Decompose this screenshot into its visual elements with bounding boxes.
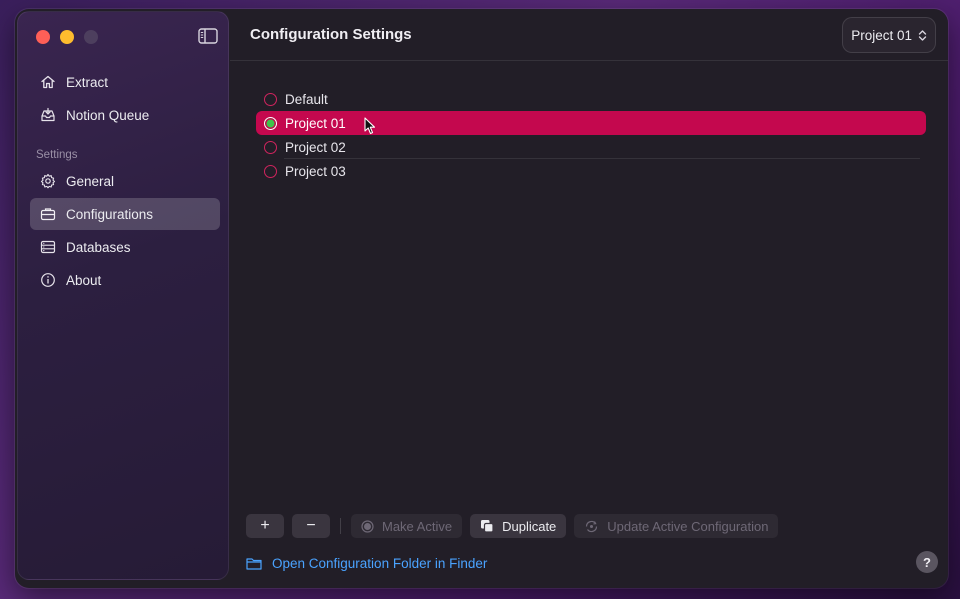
sidebar-item-about[interactable]: About bbox=[30, 264, 220, 296]
make-active-label: Make Active bbox=[382, 518, 453, 534]
help-button[interactable]: ? bbox=[916, 551, 938, 573]
zoom-window-button[interactable] bbox=[84, 30, 98, 44]
configuration-name: Project 03 bbox=[285, 163, 346, 179]
add-configuration-button[interactable]: + bbox=[246, 514, 284, 538]
chevron-up-down-icon bbox=[918, 29, 927, 42]
close-window-button[interactable] bbox=[36, 30, 50, 44]
sidebar-item-label: Configurations bbox=[66, 206, 154, 222]
info-icon bbox=[40, 272, 56, 288]
update-active-configuration-button[interactable]: Update Active Configuration bbox=[574, 514, 779, 538]
gear-icon bbox=[40, 173, 56, 189]
sidebar-item-label: General bbox=[66, 173, 115, 189]
update-active-configuration-label: Update Active Configuration bbox=[607, 518, 769, 534]
sidebar-item-extract[interactable]: Extract bbox=[30, 66, 220, 98]
list-item[interactable]: Default bbox=[256, 87, 926, 111]
house-icon bbox=[40, 74, 56, 90]
folder-icon bbox=[246, 557, 262, 570]
duplicate-icon bbox=[480, 519, 494, 533]
list-item[interactable]: Project 03 bbox=[256, 159, 926, 183]
configuration-list: Default Project 01 Project 02 Project 03 bbox=[256, 87, 926, 183]
mouse-cursor-icon bbox=[364, 117, 376, 140]
sidebar-nav: Extract Notion Queue Settings General Co… bbox=[30, 66, 220, 297]
sidebar-item-general[interactable]: General bbox=[30, 165, 220, 197]
briefcase-icon bbox=[40, 206, 56, 222]
list-item[interactable]: Project 01 bbox=[256, 111, 926, 135]
configuration-name: Project 01 bbox=[285, 115, 346, 131]
app-window: Extract Notion Queue Settings General Co… bbox=[15, 9, 948, 588]
titlebar: Configuration Settings Project 01 bbox=[230, 9, 948, 61]
radio-button[interactable] bbox=[264, 116, 277, 130]
configuration-name: Project 02 bbox=[285, 139, 346, 155]
configuration-name: Default bbox=[285, 91, 328, 107]
sidebar-item-label: Extract bbox=[66, 74, 109, 90]
sidebar-toggle-icon[interactable] bbox=[198, 28, 218, 44]
radio-button[interactable] bbox=[264, 140, 277, 154]
page-title: Configuration Settings bbox=[250, 26, 412, 43]
radio-filled-icon bbox=[361, 519, 374, 533]
radio-button[interactable] bbox=[264, 164, 277, 178]
sidebar-item-notion-queue[interactable]: Notion Queue bbox=[30, 99, 220, 131]
sidebar-item-databases[interactable]: Databases bbox=[30, 231, 220, 263]
bottom-toolbar: + − Make Active Duplicate Update Active … bbox=[246, 514, 779, 538]
toolbar-divider bbox=[340, 518, 341, 534]
sidebar-item-configurations[interactable]: Configurations bbox=[30, 198, 220, 230]
sidebar-item-label: About bbox=[66, 272, 102, 288]
main-pane: Configuration Settings Project 01 Defaul… bbox=[230, 9, 948, 588]
configuration-picker[interactable]: Project 01 bbox=[842, 17, 936, 53]
sidebar: Extract Notion Queue Settings General Co… bbox=[17, 11, 229, 580]
open-folder-link[interactable]: Open Configuration Folder in Finder bbox=[246, 556, 487, 571]
sidebar-item-label: Databases bbox=[66, 239, 131, 255]
open-folder-label: Open Configuration Folder in Finder bbox=[272, 556, 488, 571]
remove-configuration-button[interactable]: − bbox=[292, 514, 330, 538]
sync-icon bbox=[584, 519, 599, 534]
sidebar-item-label: Notion Queue bbox=[66, 107, 150, 123]
make-active-button[interactable]: Make Active bbox=[351, 514, 463, 538]
duplicate-button[interactable]: Duplicate bbox=[470, 514, 567, 538]
radio-button[interactable] bbox=[264, 92, 277, 106]
configuration-picker-value: Project 01 bbox=[851, 27, 912, 43]
minimize-window-button[interactable] bbox=[60, 30, 74, 44]
tray-icon bbox=[40, 107, 56, 123]
sidebar-section-label: Settings bbox=[36, 149, 78, 161]
duplicate-label: Duplicate bbox=[502, 518, 557, 534]
window-controls bbox=[36, 30, 98, 44]
list-item[interactable]: Project 02 bbox=[256, 135, 926, 159]
database-icon bbox=[40, 239, 56, 255]
